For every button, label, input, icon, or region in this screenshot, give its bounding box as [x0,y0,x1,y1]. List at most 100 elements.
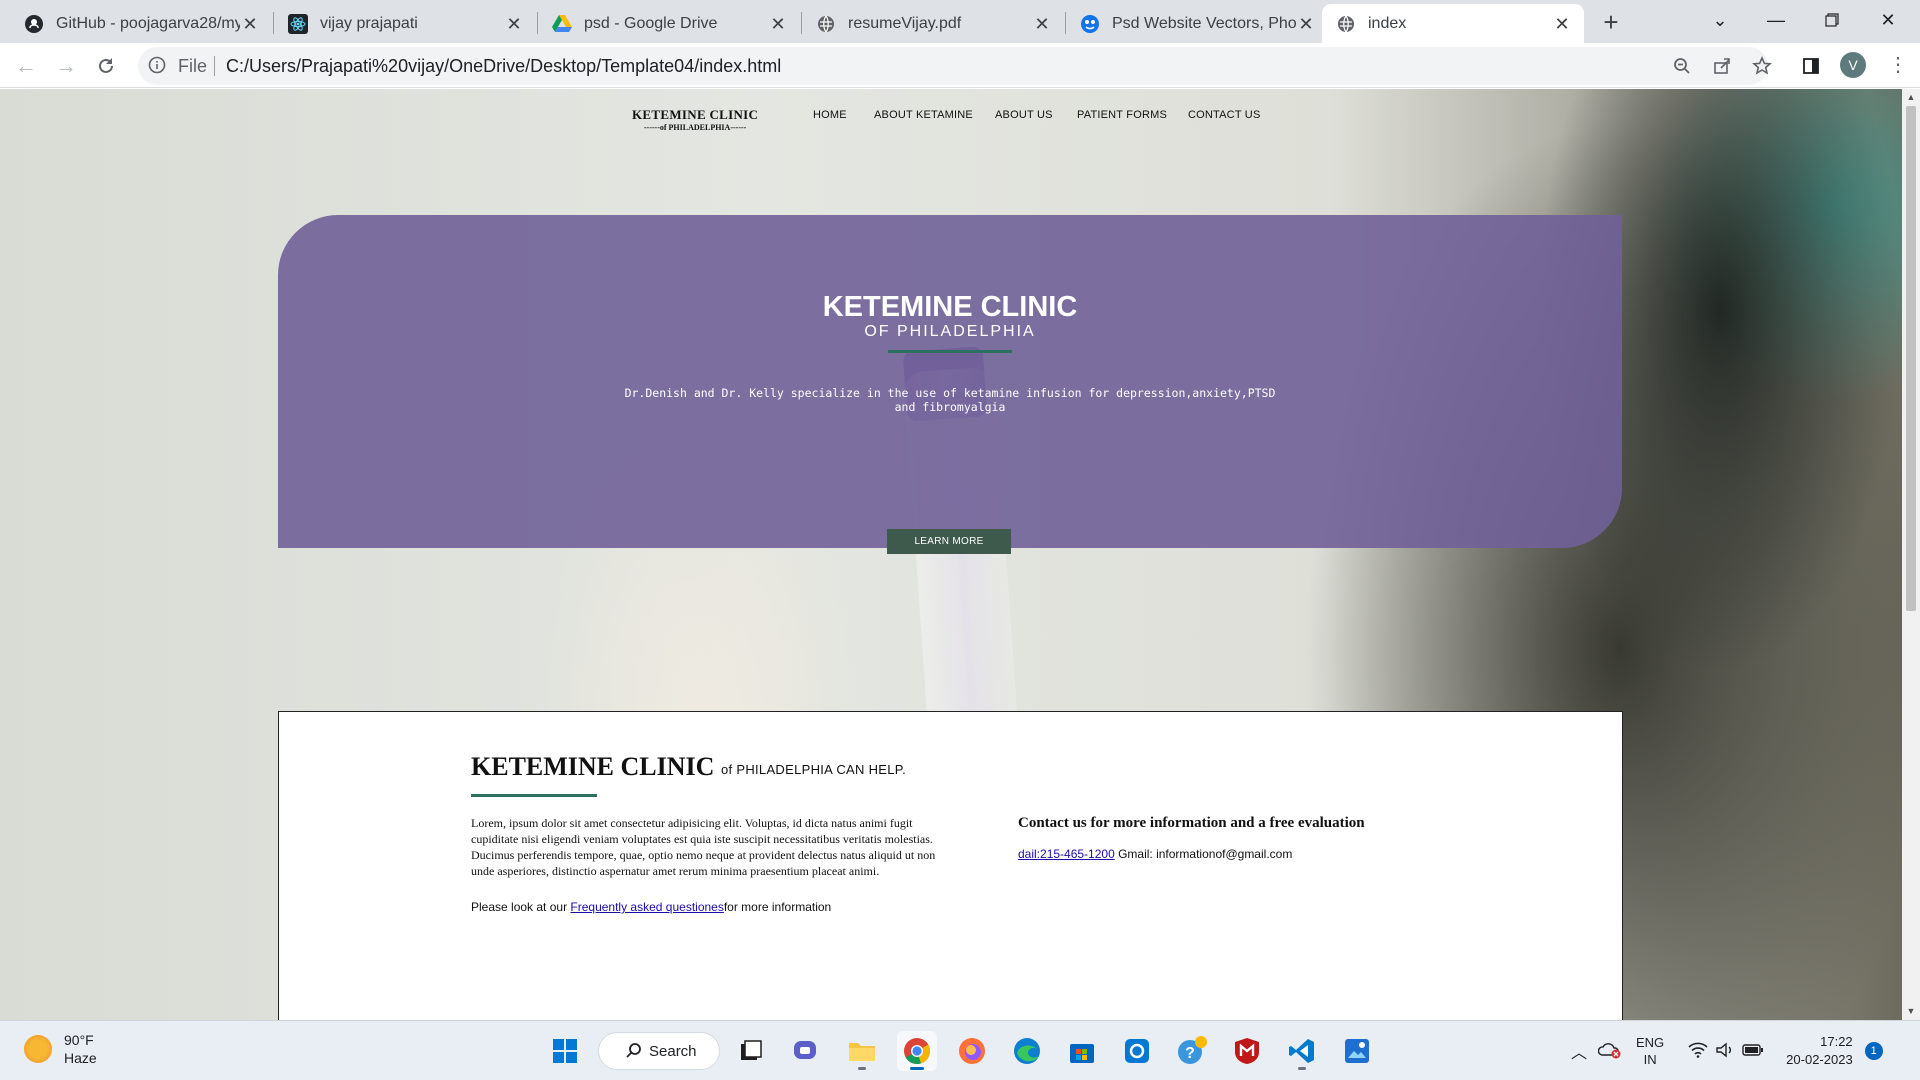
close-tab-icon[interactable]: ✕ [240,14,260,34]
url-text[interactable]: C:/Users/Prajapati%20vijay/OneDrive/Desk… [226,56,781,77]
minimize-button[interactable]: — [1748,0,1804,40]
address-bar[interactable]: File C:/Users/Prajapati%20vijay/OneDrive… [138,47,1768,85]
help-button[interactable]: ? [1172,1031,1212,1071]
page-scrollbar[interactable]: ▲ ▼ [1902,89,1920,1020]
scroll-down-arrow-icon[interactable]: ▼ [1905,1005,1917,1017]
teams-chat-button[interactable] [786,1031,826,1071]
learn-more-button[interactable]: LEARN MORE [887,529,1011,554]
globe-icon [816,14,836,34]
taskbar-search[interactable]: Search [598,1032,720,1070]
faq-link[interactable]: Frequently asked questiones [570,900,723,914]
running-indicator [858,1067,866,1070]
language-indicator[interactable]: ENG IN [1636,1034,1664,1068]
close-tab-icon[interactable]: ✕ [1032,14,1052,34]
scheme-label: File [178,56,208,76]
nav-patient-forms[interactable]: PATIENT FORMS [1077,109,1167,121]
close-window-button[interactable]: ✕ [1860,0,1916,40]
info-title: KETEMINE CLINIC [471,752,715,781]
browser-tab-index[interactable]: index ✕ [1322,4,1584,43]
search-icon [625,1042,643,1064]
site-logo[interactable]: KETEMINE CLINIC ------of PHILADELPHIA---… [632,107,758,132]
new-tab-button[interactable]: + [1596,8,1626,38]
browser-tab-github[interactable]: GitHub - poojagarva28/my ✕ [10,4,272,43]
remote-desktop-button[interactable] [1117,1031,1157,1071]
browser-tab-vijay[interactable]: vijay prajapati ✕ [274,4,536,43]
onedrive-error-icon[interactable] [1597,1041,1622,1062]
windows-taskbar: 90°F Haze Search ? ︿ ENG IN 17:22 20-02-… [0,1020,1920,1080]
lang-line1: ENG [1636,1035,1665,1050]
show-hidden-icons-chevron-icon[interactable]: ︿ [1568,1039,1590,1063]
zoom-icon[interactable] [1671,55,1693,77]
close-tab-icon[interactable]: ✕ [768,14,788,34]
battery-icon[interactable] [1742,1043,1764,1060]
hero-title: KETEMINE CLINIC [822,291,1078,323]
nav-about-ketamine[interactable]: ABOUT KETAMINE [874,109,973,121]
nav-contact-us[interactable]: CONTACT US [1188,109,1261,121]
browser-tab-freepik[interactable]: Psd Website Vectors, Photo ✕ [1066,4,1328,43]
mcafee-button[interactable] [1227,1031,1267,1071]
file-explorer-button[interactable] [842,1031,882,1071]
nav-home[interactable]: HOME [813,109,847,121]
weather-widget[interactable]: 90°F Haze [24,1031,97,1067]
bookmark-star-icon[interactable] [1751,55,1773,77]
wifi-icon[interactable] [1688,1042,1708,1061]
hero-banner: KETEMINE CLINIC OF PHILADELPHIA Dr.Denis… [278,215,1622,554]
clock[interactable]: 17:22 20-02-2023 [1786,1033,1853,1069]
browser-tab-strip: GitHub - poojagarva28/my ✕ vijay prajapa… [0,0,1920,43]
back-button[interactable]: ← [10,50,42,82]
edge-icon [1014,1038,1040,1064]
edge-button[interactable] [1007,1031,1047,1071]
tab-title: vijay prajapati [320,14,418,32]
paint-app-button[interactable] [1337,1031,1377,1071]
close-tab-icon[interactable]: ✕ [504,14,524,34]
faq-line: Please look at our Frequently asked ques… [471,900,831,914]
restore-button[interactable] [1804,0,1860,40]
share-icon[interactable] [1711,55,1733,77]
menu-kebab-icon[interactable]: ⋮ [1888,54,1908,76]
volume-icon[interactable] [1716,1042,1734,1061]
tab-title: index [1368,14,1407,32]
phone-link[interactable]: dail:215-465-1200 [1018,847,1115,861]
hero-description: Dr.Denish and Dr. Kelly specialize in th… [624,386,1276,414]
forward-button[interactable]: → [50,50,82,82]
active-indicator [910,1067,924,1070]
tab-title: psd - Google Drive [584,14,718,32]
profile-avatar[interactable]: V [1840,52,1866,78]
contact-details: dail:215-465-1200 Gmail: informationof@g… [1018,847,1292,861]
close-tab-icon[interactable]: ✕ [1552,14,1572,34]
chrome-button[interactable] [897,1031,937,1071]
windows-icon [553,1039,577,1063]
microsoft-store-button[interactable] [1062,1031,1102,1071]
start-button[interactable] [545,1031,585,1071]
info-body: Lorem, ipsum dolor sit amet consectetur … [471,816,936,878]
tab-title: resumeVijay.pdf [848,14,962,32]
faq-prefix: Please look at our [471,900,571,914]
browser-toolbar: ← → File C:/Users/Prajapati%20vijay/OneD… [0,43,1920,88]
info-icon[interactable] [148,56,168,76]
clock-date: 20-02-2023 [1786,1052,1853,1067]
firefox-button[interactable] [952,1031,992,1071]
browser-tab-drive[interactable]: psd - Google Drive ✕ [538,4,800,43]
logo-line2: ------of PHILADELPHIA------ [643,123,747,132]
lang-line2: IN [1643,1052,1657,1067]
info-subtitle: of PHILADELPHIA CAN HELP. [721,762,907,777]
browser-tab-resume[interactable]: resumeVijay.pdf ✕ [802,4,1064,43]
close-tab-icon[interactable]: ✕ [1296,14,1316,34]
scrollbar-thumb[interactable] [1906,106,1916,611]
reload-button[interactable] [90,50,122,82]
hero-subtitle: OF PHILADELPHIA [864,323,1036,340]
clock-time: 17:22 [1820,1034,1853,1049]
svg-text:?: ? [1185,1045,1195,1062]
side-panel-icon[interactable] [1800,55,1822,77]
task-view-button[interactable] [731,1031,771,1071]
notification-badge[interactable]: 1 [1864,1042,1883,1060]
google-drive-icon [552,14,572,34]
hero-divider [888,350,1012,353]
address-divider [214,56,215,76]
vscode-button[interactable] [1282,1031,1322,1071]
faq-suffix: for more information [723,900,832,914]
email-text: Gmail: informationof@gmail.com [1114,847,1293,861]
nav-about-us[interactable]: ABOUT US [995,109,1053,121]
scroll-up-arrow-icon[interactable]: ▲ [1905,91,1917,103]
tab-search-chevron-icon[interactable]: ⌄ [1692,0,1748,40]
